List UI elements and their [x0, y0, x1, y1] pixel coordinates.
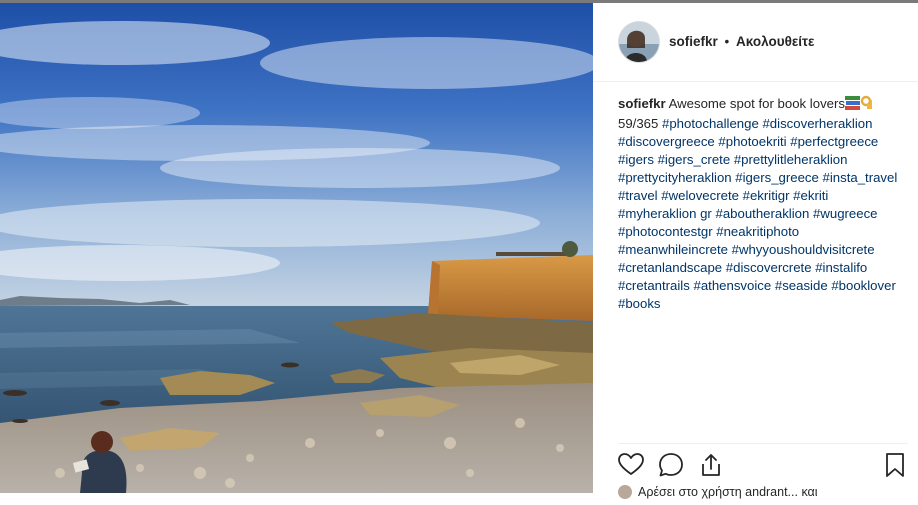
like-button[interactable]: [618, 452, 644, 478]
caption-username-link[interactable]: sofiefkr: [618, 96, 666, 111]
likes-text[interactable]: Αρέσει στο χρήστη andrant... και: [638, 485, 818, 499]
post-header: sofiefkr • Ακολουθείτε: [593, 3, 918, 82]
avatar[interactable]: [618, 21, 660, 63]
bookmark-icon: [886, 453, 904, 477]
username-link[interactable]: sofiefkr: [669, 34, 718, 49]
likes-row: Αρέσει στο χρήστη andrant... και: [618, 485, 918, 505]
comment-icon: [659, 453, 683, 477]
caption-count: 59/365: [618, 116, 659, 131]
following-button[interactable]: Ακολουθείτε: [736, 34, 814, 49]
avatar-image: [619, 22, 659, 62]
header-text: sofiefkr • Ακολουθείτε: [669, 34, 814, 50]
comment-button[interactable]: [658, 452, 684, 478]
share-icon: [702, 454, 720, 476]
share-button[interactable]: [698, 452, 724, 478]
heart-icon: [618, 453, 644, 475]
liker-avatar[interactable]: [618, 485, 632, 499]
post-actions: [618, 452, 908, 478]
books-emoji-icon: [845, 96, 860, 115]
seaside-photo-image: [0, 3, 593, 493]
caption-text: Awesome spot for book lovers: [668, 96, 845, 111]
post-photo[interactable]: [0, 3, 593, 493]
post-side-panel: sofiefkr • Ακολουθείτε sofiefkr Awesome …: [593, 3, 918, 499]
save-button[interactable]: [882, 452, 908, 478]
caption-hashtags[interactable]: #photochallenge #discoverheraklion #disc…: [618, 116, 897, 311]
actions-divider: [618, 443, 908, 444]
ok-hand-emoji-icon: [860, 95, 874, 115]
post-caption: sofiefkr Awesome spot for book lovers 59…: [618, 95, 908, 313]
header-separator: •: [724, 34, 730, 49]
